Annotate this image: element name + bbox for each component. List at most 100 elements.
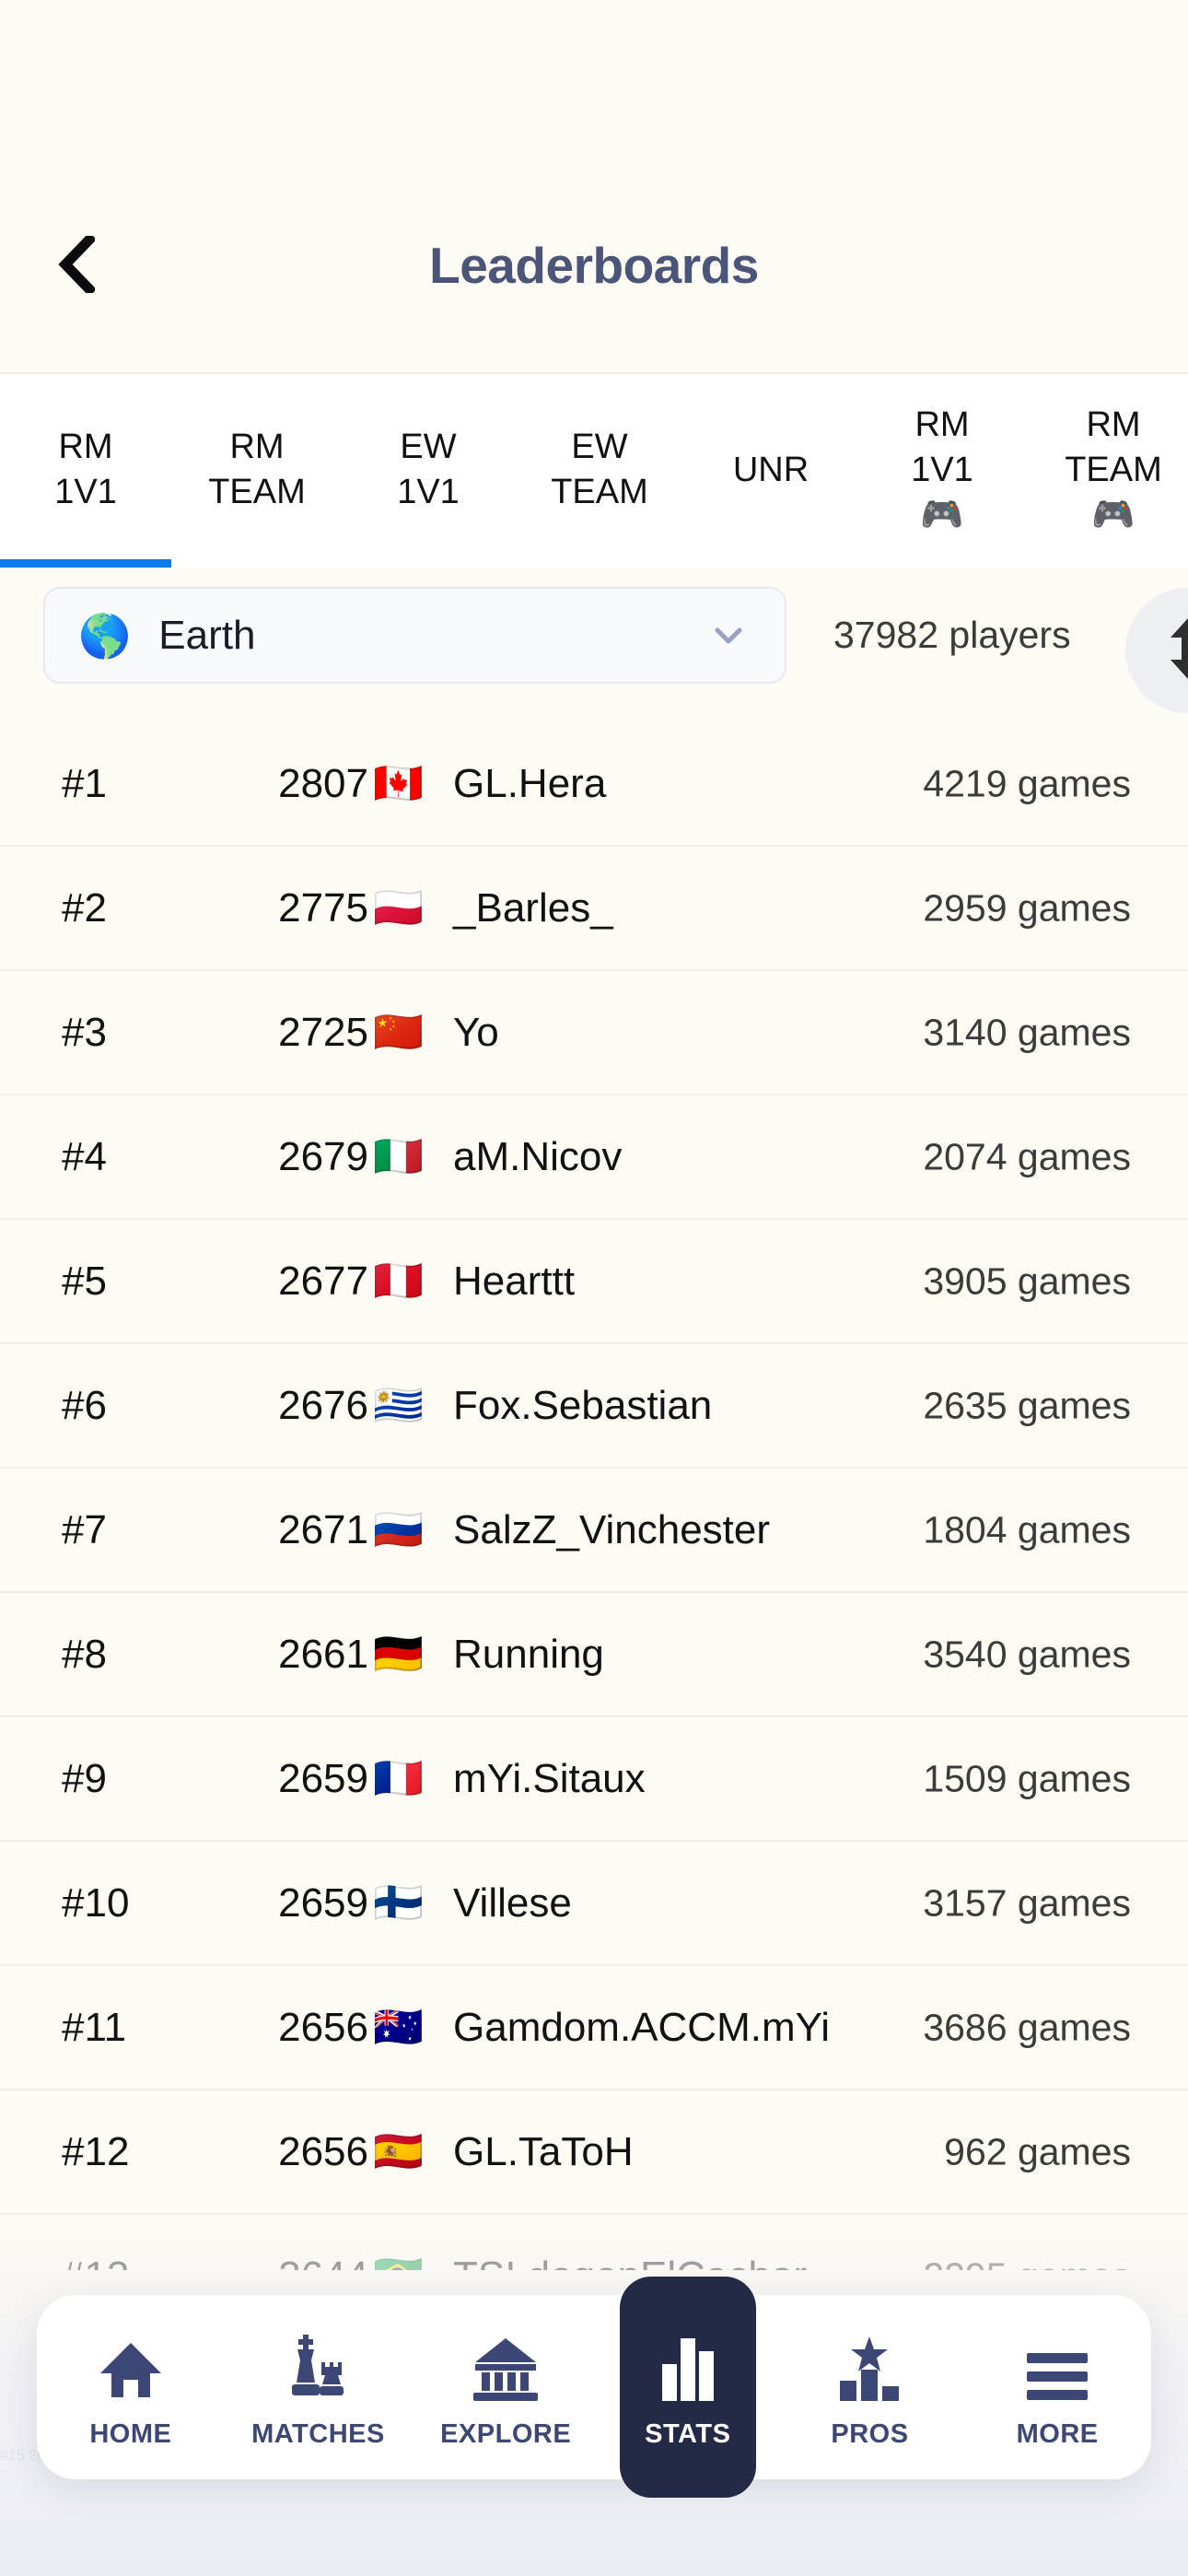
tab-rm-1v1[interactable]: RM 1V1 [0, 374, 171, 566]
country-flag-icon: 🇮🇹 [373, 1133, 424, 1179]
row-games: 2295 games [923, 2254, 1131, 2270]
table-row[interactable]: #10 2659 🇫🇮 Villese 3157 games [0, 1842, 1188, 1966]
row-rank: #11 [62, 2004, 127, 2050]
page-title: Leaderboards [429, 237, 759, 294]
tab-label-line1: EW [400, 427, 457, 466]
table-row[interactable]: #7 2671 🇷🇺 SalzZ_Vinchester 1804 games [0, 1469, 1188, 1593]
table-row[interactable]: #5 2677 🇵🇪 Hearttt 3905 games [0, 1220, 1188, 1344]
nav-item-home[interactable]: HOME [57, 2295, 204, 2479]
region-select[interactable]: 🌎 Earth [43, 587, 786, 684]
row-rating: 2644 [221, 2254, 368, 2271]
leaderboards-screen: Leaderboards RM 1V1 RM TEAM EW 1V1 EW TE… [0, 0, 1188, 2576]
tab-label-line2: 1V1 [397, 473, 460, 511]
bottom-navigation: HOME MATCHES EXPLORE STATS PROS MORE [37, 2277, 1151, 2498]
row-rating: 2661 [278, 1631, 368, 1677]
tab-rm-1v1-console[interactable]: RM 1V1 🎮 [856, 374, 1028, 566]
row-rating: 2677 [278, 1258, 368, 1304]
row-games: 1804 games [923, 1508, 1131, 1551]
chevron-down-icon [711, 618, 746, 653]
gamepad-icon: 🎮 [920, 495, 964, 534]
museum-icon [470, 2325, 542, 2405]
row-player-name: _Barles_ [453, 884, 613, 931]
row-games: 3905 games [923, 1259, 1131, 1302]
row-rating: 2671 [278, 1506, 368, 1552]
row-rank: #10 [62, 1879, 130, 1926]
row-rank: #6 [62, 1382, 107, 1428]
row-rank: #9 [62, 1755, 107, 1801]
row-games: 2959 games [923, 886, 1131, 929]
globe-icon: 🌎 [78, 611, 132, 660]
row-rank: #12 [62, 2128, 130, 2174]
leaderboard-tabbar: RM 1V1 RM TEAM EW 1V1 EW TEAM UNR RM 1V1 [0, 372, 1188, 568]
country-flag-icon: 🇷🇺 [373, 1506, 424, 1552]
app-header: Leaderboards [0, 0, 1188, 372]
table-row[interactable]: #3 2725 🇨🇳 Yo 3140 games [0, 971, 1188, 1095]
nav-item-stats[interactable]: STATS [619, 2277, 756, 2498]
row-player-name: Villese [453, 1879, 572, 1926]
country-flag-icon: 🇩🇪 [373, 1631, 424, 1677]
tab-rm-team-console[interactable]: RM TEAM 🎮 [1028, 374, 1188, 566]
row-games: 2635 games [923, 1384, 1131, 1426]
row-rank: #13 [62, 2254, 129, 2271]
row-rating: 2725 [278, 1009, 368, 1055]
tab-label-line2: TEAM [551, 473, 648, 511]
row-games: 3140 games [923, 1011, 1131, 1053]
tab-label-line1: RM [1086, 404, 1141, 444]
chess-icon [281, 2325, 355, 2405]
row-rating: 2659 [278, 1879, 368, 1926]
row-rank: #8 [62, 1631, 107, 1677]
table-row[interactable]: #1 2807 🇨🇦 GL.Hera 4219 games [0, 722, 1188, 847]
row-player-name: Gamdom.ACCM.mYi [453, 2004, 831, 2050]
row-rating: 2679 [278, 1133, 368, 1179]
row-games: 2074 games [923, 1135, 1131, 1177]
country-flag-icon: 🇵🇱 [373, 884, 424, 931]
country-flag-icon: 🇺🇾 [373, 1382, 424, 1428]
row-player-name: GL.Hera [453, 760, 607, 806]
row-rank: #1 [62, 760, 107, 806]
row-player-name: mYi.Sitaux [453, 1755, 646, 1801]
country-flag-icon: 🇨🇦 [373, 760, 424, 806]
country-flag-icon: 🇧🇷 [373, 2255, 424, 2270]
row-rating: 2659 [278, 1755, 368, 1801]
table-row[interactable]: #4 2679 🇮🇹 aM.Nicov 2074 games [0, 1095, 1188, 1220]
table-row[interactable]: #9 2659 🇫🇷 mYi.Sitaux 1509 games [0, 1717, 1188, 1842]
row-games: 962 games [944, 2130, 1131, 2172]
tab-label-line2: TEAM [208, 473, 306, 511]
tab-rm-team[interactable]: RM TEAM [171, 374, 343, 566]
row-rating: 2656 [278, 2128, 368, 2174]
tab-label-line1: EW [571, 427, 628, 466]
nav-item-explore[interactable]: EXPLORE [432, 2295, 579, 2479]
tab-label-line1: UNR [732, 450, 809, 489]
nav-label: HOME [89, 2418, 172, 2449]
hamburger-icon [1023, 2325, 1091, 2405]
nav-item-pros[interactable]: PROS [796, 2295, 943, 2479]
row-player-name: GL.TaToH [453, 2128, 634, 2174]
row-player-name: TSI.dogonElCachor [453, 2254, 807, 2271]
tab-ew-team[interactable]: EW TEAM [514, 374, 685, 566]
tab-ew-1v1[interactable]: EW 1V1 [343, 374, 514, 566]
table-row[interactable]: #6 2676 🇺🇾 Fox.Sebastian 2635 games [0, 1344, 1188, 1469]
nav-item-more[interactable]: MORE [984, 2295, 1131, 2479]
tabs-scroller[interactable]: RM 1V1 RM TEAM EW 1V1 EW TEAM UNR RM 1V1 [0, 374, 1188, 566]
row-player-name: Yo [453, 1009, 499, 1055]
row-games: 3540 games [923, 1633, 1131, 1675]
player-count: 37982 players [833, 614, 1071, 656]
row-rating: 2775 [278, 884, 368, 931]
row-games: 3686 games [923, 2006, 1131, 2048]
filter-bar: 🌎 Earth 37982 players [0, 568, 1188, 722]
tab-label-line1: RM [229, 427, 285, 466]
tab-unranked[interactable]: UNR [685, 374, 856, 566]
table-row[interactable]: #12 2656 🇪🇸 GL.TaToH 962 games [0, 2090, 1188, 2215]
leaderboard-list[interactable]: #1 2807 🇨🇦 GL.Hera 4219 games #2 2775 🇵🇱… [0, 722, 1188, 2270]
country-flag-icon: 🇫🇷 [373, 1755, 424, 1801]
table-row[interactable]: #13 2644 🇧🇷 TSI.dogonElCachor 2295 games [0, 2215, 1188, 2270]
table-row[interactable]: #2 2775 🇵🇱 _Barles_ 2959 games [0, 847, 1188, 971]
table-row[interactable]: #11 2656 🇦🇺 Gamdom.ACCM.mYi 3686 games [0, 1966, 1188, 2090]
row-rating: 2676 [278, 1382, 368, 1428]
tab-label-line2: 1V1 [911, 450, 973, 489]
tab-label-line2: 1V1 [54, 473, 117, 511]
table-row[interactable]: #8 2661 🇩🇪 Running 3540 games [0, 1593, 1188, 1717]
row-games: 1509 games [923, 1757, 1131, 1799]
nav-item-matches[interactable]: MATCHES [244, 2295, 391, 2479]
country-flag-icon: 🇨🇳 [373, 1009, 424, 1055]
